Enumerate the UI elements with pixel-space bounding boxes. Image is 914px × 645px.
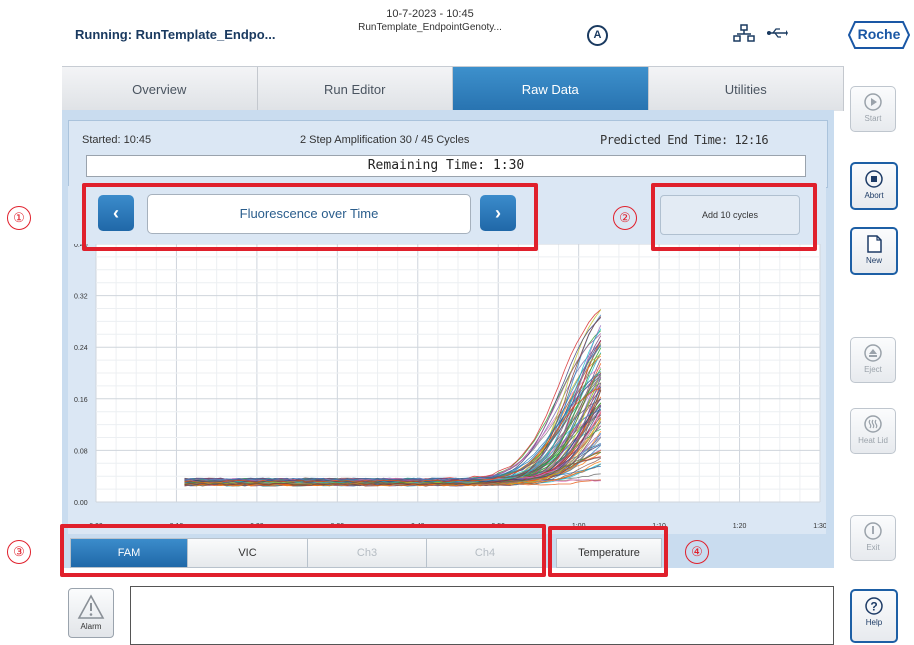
status-a-icon: A: [587, 25, 608, 46]
run-info-box: [68, 120, 828, 188]
exit-button[interactable]: Exit: [850, 515, 896, 561]
start-button[interactable]: Start: [850, 86, 896, 132]
warning-icon: [77, 594, 105, 619]
callout-3: ③: [7, 540, 31, 564]
y-tick-label: 0.24: [74, 345, 88, 352]
new-label: New: [865, 256, 882, 265]
help-icon: ?: [865, 597, 883, 615]
svg-text:?: ?: [870, 600, 877, 614]
tab-raw-data[interactable]: Raw Data: [453, 67, 649, 111]
brand-text: Roche: [857, 26, 901, 42]
highlight-box-2: [651, 183, 817, 251]
highlight-box-1: [82, 183, 538, 251]
network-icon: [733, 24, 755, 42]
tab-run-editor[interactable]: Run Editor: [257, 67, 453, 111]
run-title: Running: RunTemplate_Endpo...: [75, 27, 276, 42]
power-icon: [864, 522, 882, 540]
x-tick-label: 1:30: [813, 523, 826, 530]
highlight-box-3: [60, 524, 546, 577]
abort-button[interactable]: Abort: [850, 162, 898, 210]
roche-logo: Roche: [847, 21, 911, 49]
eject-button[interactable]: Eject: [850, 337, 896, 383]
alarm-button[interactable]: Alarm: [68, 588, 114, 638]
message-box: [130, 586, 834, 645]
template-name: RunTemplate_EndpointGenoty...: [358, 22, 502, 33]
exit-label: Exit: [866, 543, 880, 552]
started-time: Started: 10:45: [82, 134, 152, 146]
y-tick-label: 0.08: [74, 448, 88, 455]
usb-icon: [767, 28, 788, 38]
y-tick-label: 0.16: [74, 397, 88, 404]
document-icon: [867, 235, 882, 253]
x-tick-label: 1:20: [733, 523, 747, 530]
new-button[interactable]: New: [850, 227, 898, 275]
highlight-box-4: [548, 526, 668, 577]
callout-4: ④: [685, 540, 709, 564]
start-label: Start: [864, 114, 882, 123]
y-tick-label: 0.00: [74, 500, 88, 507]
heat-icon: [864, 415, 882, 433]
help-label: Help: [865, 618, 883, 627]
main-tabs: Overview Run Editor Raw Data Utilities: [62, 66, 844, 111]
tab-overview[interactable]: Overview: [62, 67, 258, 111]
callout-2: ②: [613, 206, 637, 230]
tab-utilities[interactable]: Utilities: [648, 67, 844, 111]
help-button[interactable]: ? Help: [850, 589, 898, 643]
abort-label: Abort: [864, 191, 884, 200]
predicted-end-time: Predicted End Time: 12:16: [600, 133, 769, 147]
y-tick-label: 0.32: [74, 294, 88, 301]
eject-label: Eject: [864, 365, 882, 374]
run-datetime: 10-7-2023 - 10:45 RunTemplate_EndpointGe…: [300, 8, 560, 33]
heat-lid-label: Heat Lid: [858, 436, 888, 445]
remaining-time: Remaining Time: 1:30: [86, 155, 806, 177]
datetime-text: 10-7-2023 - 10:45: [386, 8, 474, 20]
stop-icon: [865, 170, 883, 188]
callout-1: ①: [7, 206, 31, 230]
heat-lid-button[interactable]: Heat Lid: [850, 408, 896, 454]
fluorescence-chart: 0.000.080.160.240.320.400:00 0:10 0:20 0:30…: [68, 244, 826, 534]
eject-icon: [864, 344, 882, 362]
step-info: 2 Step Amplification 30 / 45 Cycles: [300, 134, 470, 146]
play-icon: [864, 93, 882, 111]
alarm-label: Alarm: [80, 622, 102, 631]
